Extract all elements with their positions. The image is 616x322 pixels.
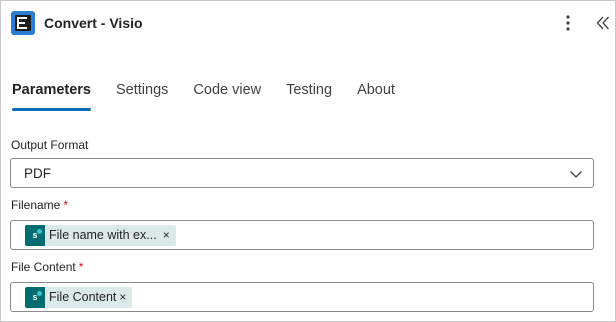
output-format-dropdown[interactable]: PDF bbox=[10, 158, 594, 188]
file-content-label-text: File Content bbox=[11, 260, 76, 274]
tab-code-view[interactable]: Code view bbox=[193, 79, 261, 113]
file-content-token-text: File Content bbox=[49, 290, 117, 304]
file-content-label: File Content * bbox=[11, 260, 83, 274]
filename-token[interactable]: s File name with ex... × bbox=[25, 224, 176, 246]
panel-header: Convert - Visio bbox=[11, 10, 143, 36]
chevron-down-icon bbox=[570, 171, 582, 178]
sharepoint-icon: s bbox=[25, 286, 45, 308]
filename-label-text: Filename bbox=[11, 198, 61, 212]
output-format-label: Output Format bbox=[11, 138, 88, 152]
action-panel: Convert - Visio Parameters Settings Code… bbox=[0, 0, 616, 322]
filename-label: Filename * bbox=[11, 198, 68, 212]
file-content-input[interactable]: s File Content × bbox=[10, 282, 594, 312]
file-content-token[interactable]: s File Content × bbox=[25, 286, 133, 308]
required-indicator: * bbox=[78, 260, 84, 274]
output-format-label-text: Output Format bbox=[11, 138, 89, 152]
remove-token-button[interactable]: × bbox=[163, 228, 170, 242]
tab-settings[interactable]: Settings bbox=[116, 79, 168, 113]
tab-parameters[interactable]: Parameters bbox=[12, 79, 91, 113]
double-chevron-left-icon bbox=[596, 16, 609, 30]
output-format-value: PDF bbox=[24, 165, 51, 181]
tab-testing[interactable]: Testing bbox=[286, 79, 332, 113]
encodian-logo-icon bbox=[11, 11, 35, 35]
filename-token-text: File name with ex... bbox=[49, 228, 157, 242]
more-vertical-icon bbox=[566, 15, 570, 31]
remove-token-button[interactable]: × bbox=[119, 290, 126, 304]
required-indicator: * bbox=[63, 198, 69, 212]
tab-about[interactable]: About bbox=[357, 79, 395, 113]
sharepoint-icon: s bbox=[25, 224, 45, 246]
filename-input[interactable]: s File name with ex... × bbox=[10, 220, 594, 250]
more-options-button[interactable] bbox=[559, 11, 577, 35]
panel-title: Convert - Visio bbox=[44, 15, 143, 31]
tab-list: Parameters Settings Code view Testing Ab… bbox=[12, 79, 420, 113]
collapse-panel-button[interactable] bbox=[593, 11, 613, 35]
